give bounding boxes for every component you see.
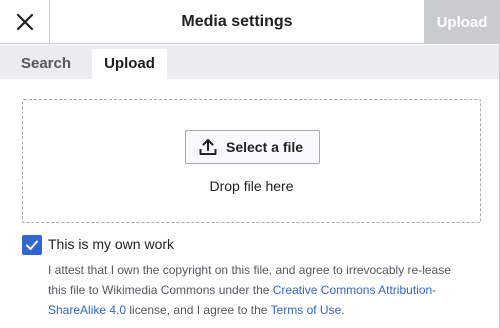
tab-bar: Search Upload: [0, 45, 499, 79]
file-dropzone[interactable]: Select a file Drop file here: [22, 99, 481, 223]
own-work-checkbox[interactable]: [22, 235, 42, 255]
attest-text-part-2: license, and I agree to the: [126, 303, 271, 317]
own-work-label[interactable]: This is my own work: [48, 236, 174, 252]
tab-search[interactable]: Search: [0, 49, 92, 79]
drop-file-hint: Drop file here: [209, 178, 294, 194]
dialog-header: Media settings Upload: [0, 0, 500, 44]
upload-icon: [198, 137, 218, 157]
attestation-text: I attest that I own the copyright on thi…: [48, 260, 468, 320]
media-settings-dialog: Media settings Upload Search Upload Sele…: [0, 0, 500, 328]
terms-of-use-link[interactable]: Terms of Use: [271, 303, 342, 317]
select-file-label: Select a file: [226, 139, 304, 155]
dialog-title: Media settings: [181, 13, 293, 30]
close-button[interactable]: [0, 0, 50, 44]
upload-button[interactable]: Upload: [424, 0, 500, 44]
checkmark-icon: [26, 240, 38, 250]
select-file-button[interactable]: Select a file: [185, 130, 320, 164]
close-icon: [16, 13, 33, 31]
tab-upload[interactable]: Upload: [92, 49, 167, 79]
attest-text-part-3: .: [341, 303, 345, 317]
